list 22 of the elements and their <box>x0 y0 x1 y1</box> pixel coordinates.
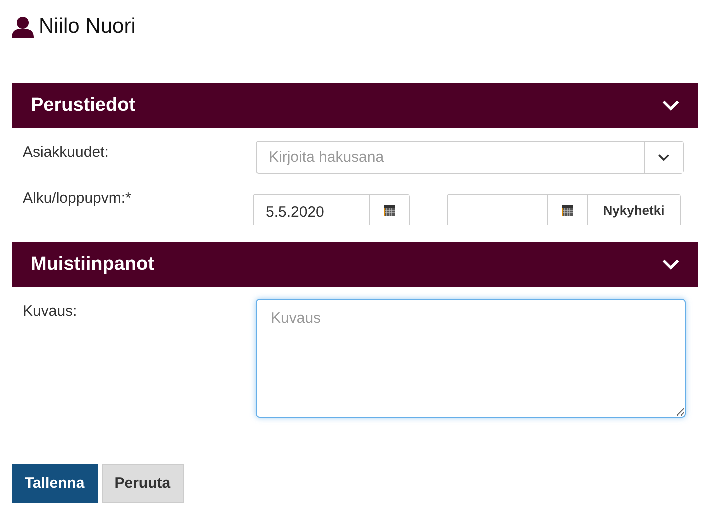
field-label: Asiakkuudet: <box>23 143 110 163</box>
section-header[interactable]: Muistiinpanot <box>12 242 698 287</box>
calendar-button[interactable] <box>369 195 409 225</box>
user-name: Niilo Nuori <box>39 15 136 39</box>
save-button[interactable]: Tallenna <box>12 464 98 503</box>
search-input[interactable]: Kirjoita hakusana <box>257 142 644 173</box>
now-button[interactable]: Nykyhetki <box>587 195 680 225</box>
section-header[interactable]: Perustiedot <box>12 83 698 128</box>
customer-select[interactable]: Kirjoita hakusana <box>256 141 684 174</box>
description-field[interactable]: Kuvaus <box>256 299 686 418</box>
field-label: Kuvaus: <box>23 302 78 322</box>
calendar-icon <box>562 204 573 216</box>
section-title: Muistiinpanot <box>31 254 154 276</box>
calendar-icon <box>384 204 395 216</box>
user-icon <box>12 16 34 38</box>
start-date-field[interactable]: 5.5.2020 <box>254 195 369 225</box>
end-date-picker[interactable]: Nykyhetki <box>447 194 681 225</box>
section-title: Perustiedot <box>31 94 136 116</box>
start-date-picker[interactable]: 5.5.2020 <box>253 194 410 225</box>
cancel-button[interactable]: Peruuta <box>102 464 184 503</box>
chevron-icon <box>658 154 670 162</box>
field-label: Alku/loppupvm:* <box>23 189 132 209</box>
